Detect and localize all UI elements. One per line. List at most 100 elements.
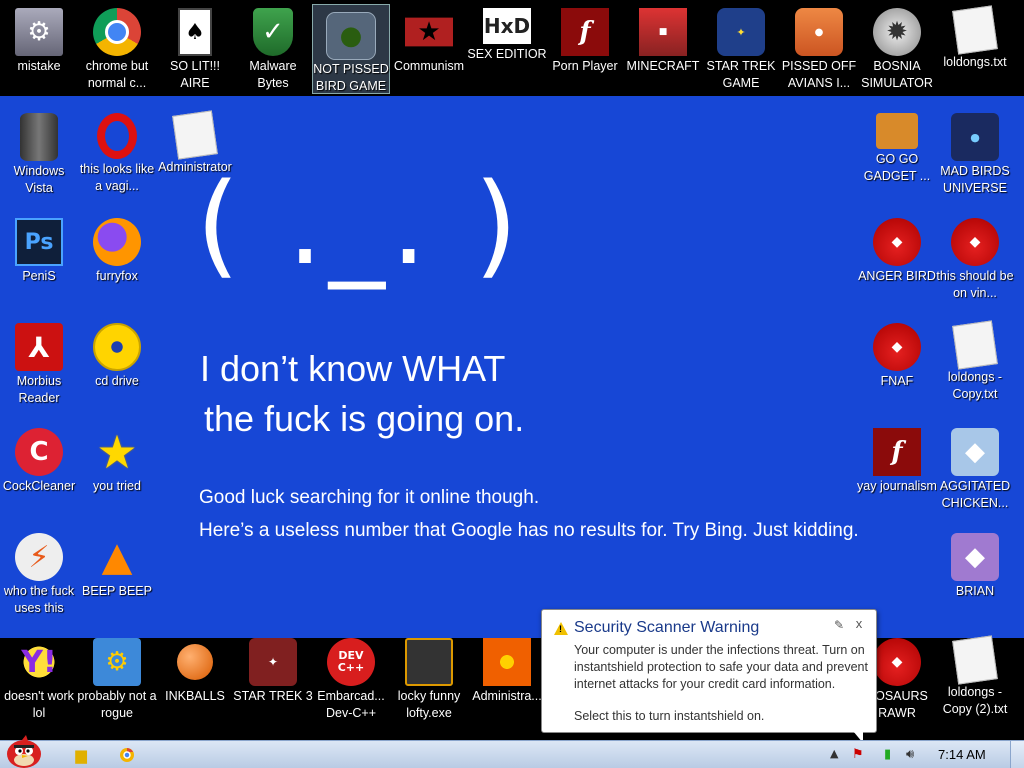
icon-label: ANGER BIRD [858,269,936,283]
battery-icon: ▮ [884,747,892,762]
start-button[interactable] [2,735,46,768]
desktop-icon-not-pissed-bird-game[interactable]: ● NOT PISSED BIRD GAME [312,4,390,94]
icon-label: Communism [393,59,465,73]
icon-label: chrome but normal c... [85,59,149,90]
desktop-icon-bosnia-simulator[interactable]: ✹ BOSNIA SIMULATOR [858,0,936,96]
angry-bird-icon: ◆ [873,323,921,371]
file-explorer-button[interactable]: ▆ [66,743,96,767]
icon-label: Administrator [158,160,232,174]
ccleaner-icon: C [15,428,63,476]
error-message-line-2: the fuck is going on. [204,398,525,439]
desktop-icon-star-trek-game[interactable]: ✦ STAR TREK GAME [702,0,780,96]
desktop-icon-beep-beep[interactable]: ▲ BEEP BEEP [78,525,156,621]
desktop-icon-so-lit-aire[interactable]: ♠ SO LIT!!! AIRE [156,0,234,96]
desktop-icon-porn-player[interactable]: f Porn Player [546,0,624,96]
star-icon: ★ [96,425,138,479]
desktop-icon-malware-bytes[interactable]: ✓ Malware Bytes [234,0,312,96]
desktop-icon-sex-editior[interactable]: HxD SEX EDITIOR [467,0,547,96]
icon-label: INKBALLS [165,689,225,703]
desktop-icon-penis[interactable]: Ps PeniS [0,210,78,306]
green-bird-icon: ● [326,12,376,60]
icon-label: PeniS [22,269,56,283]
desktop-icon-who-uses-this[interactable]: ⚡ who the fuck uses this [0,525,78,621]
desktop-icon-anger-bird[interactable]: ◆ ANGER BIRD [858,210,936,306]
desktop-icon-administrator[interactable]: Administrator [156,105,234,201]
desktop-icon-brian[interactable]: ◆ BRIAN [936,525,1014,621]
text-file-icon [952,320,998,370]
desktop-icon-morbius-reader[interactable]: ⅄ Morbius Reader [0,315,78,411]
error-subtext-line-2: Here’s a useless number that Google has … [199,520,859,541]
firefox-icon [93,218,141,266]
icon-label: MAD BIRDS UNIVERSE [940,164,1010,195]
icon-label: Administra... [472,689,542,703]
icon-label: PISSED OFF AVIANS I... [781,59,857,90]
speaker-icon: 🔊︎ [906,747,915,762]
show-hidden-icons-button[interactable]: ▲ [830,747,838,760]
icon-label: Morbius Reader [16,374,62,405]
security-warning-popup[interactable]: ! Security Scanner Warning ✎ x Your comp… [541,609,877,733]
desktop-icon-mad-birds-universe[interactable]: ● MAD BIRDS UNIVERSE [936,105,1014,201]
volume-tray-icon[interactable]: 🔊︎ [906,747,914,762]
desktop-icon-mistake[interactable]: ⚙ mistake [0,0,78,96]
desktop-icon-loldongs-txt[interactable]: loldongs.txt [936,0,1014,96]
error-message-line-1: I don’t know WHAT [200,348,506,389]
desktop-icon-loldongs-copy[interactable]: loldongs - Copy.txt [936,315,1014,411]
desktop-icon-windows-vista[interactable]: Windows Vista [0,105,78,201]
warning-icon: ! [554,622,568,635]
desktop-icon-yay-journalism[interactable]: f yay journalism [857,420,937,516]
icon-label: GO GO GADGET ... [863,152,931,183]
desktop-icon-furryfox[interactable]: furryfox [78,210,156,306]
icon-label: loldongs - Copy (2).txt [942,685,1008,716]
icon-label: BRIAN [955,584,995,598]
show-desktop-button[interactable] [1010,741,1024,768]
desktop-icon-minecraft[interactable]: ■ MINECRAFT [624,0,702,96]
icon-label: STAR TREK 3 [233,689,313,703]
battery-tray-icon[interactable]: ▮ [884,747,891,762]
desktop-icon-chrome[interactable]: chrome but normal c... [78,0,156,96]
pin-icon[interactable]: ✎ [834,618,844,632]
vlc-cone-icon: ▲ [101,534,133,580]
desktop-icon-should-be-on-vine[interactable]: ◆ this should be on vin... [936,210,1014,306]
ball-icon [171,638,219,686]
icon-label: Porn Player [552,59,618,73]
security-tray-icon[interactable]: ⚑ [852,747,864,762]
desktop-icon-loldongs-copy-2[interactable]: loldongs - Copy (2).txt [936,630,1014,726]
desktop-icon-locky-funny-lofty[interactable]: locky funny lofty.exe [390,630,468,726]
desktop-icon-yahoo[interactable]: Y! doesn't work lol [0,630,78,726]
taskbar: ▆ ▲ ⚑ ▮ 🔊︎ 7:14 AM [0,735,1024,768]
desktop-icon-cd-drive[interactable]: cd drive [78,315,156,411]
icon-label: MINECRAFT [626,59,700,73]
desktop-icon-opera[interactable]: this looks like a vagi... [78,105,156,201]
icon-label: BOSNIA SIMULATOR [861,59,933,90]
icon-label: probably not a rogue [77,689,157,720]
icon-label: SO LIT!!! AIRE [169,59,220,90]
exe-icon [405,638,453,686]
desktop-icon-administrator-2[interactable]: Administra... [468,630,546,726]
icon-label: Windows Vista [13,164,65,195]
desktop-icon-communism[interactable]: ★ Communism [390,0,468,96]
desktop-icon-fnaf[interactable]: ◆ FNAF [858,315,936,411]
desktop-icon-aggitated-chicken[interactable]: ◆ AGGITATED CHICKEN... [936,420,1014,516]
icon-label: STAR TREK GAME [706,59,776,90]
chrome-taskbar-button[interactable] [112,743,142,767]
popup-body: Your computer is under the infections th… [574,643,868,691]
close-button[interactable]: x [851,616,867,631]
icon-label: Embarcad... Dev-C++ [317,689,385,720]
desktop-icon-pissed-off-avians[interactable]: ● PISSED OFF AVIANS I... [780,0,858,96]
desktop-icon-cockcleaner[interactable]: C CockCleaner [0,420,78,516]
desktop-icon-inkballs[interactable]: INKBALLS [156,630,234,726]
icon-label: this should be on vin... [936,269,1014,300]
icon-label: loldongs - Copy.txt [947,370,1003,401]
desktop-icon-probably-not-a-rogue[interactable]: ⚙ probably not a rogue [77,630,157,726]
clock[interactable]: 7:14 AM [938,747,986,762]
icon-label: who the fuck uses this [3,584,75,615]
popup-action-link[interactable]: Select this to turn instantshield on. [574,709,764,723]
desktop-icon-star-trek-3[interactable]: ✦ STAR TREK 3 [233,630,313,726]
icon-label: loldongs.txt [943,55,1007,69]
desktop-icon-dev-cpp[interactable]: DEV C++ Embarcad... Dev-C++ [312,630,390,726]
desktop-icon-go-go-gadget[interactable]: GO GO GADGET ... [858,105,936,201]
chicken-icon: ◆ [951,428,999,476]
pdf-icon: ⅄ [15,323,63,371]
icon-label: CockCleaner [2,479,76,493]
desktop-icon-you-tried[interactable]: ★ you tried [78,420,156,516]
